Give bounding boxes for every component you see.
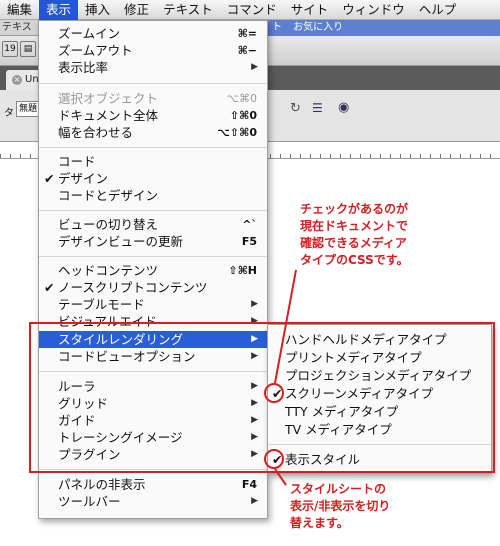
note-line: 表示/非表示を切り [290, 499, 391, 513]
note-line: 確認できるメディア [300, 236, 407, 250]
note-line: 替えます。 [290, 516, 349, 530]
note-line: タイプのCSSです。 [300, 253, 409, 267]
annotation-note-display-styles: スタイルシートの 表示/非表示を切り 替えます。 [290, 481, 390, 532]
note-line: スタイルシートの [290, 482, 387, 496]
leader-line-top [274, 269, 297, 384]
leader-line-bottom [274, 468, 287, 486]
note-line: チェックがあるのが [300, 202, 409, 216]
annotation-leader-lines [274, 269, 297, 486]
note-line: 現在ドキュメントで [300, 219, 409, 233]
annotation-note-media-type: チェックがあるのが 現在ドキュメントで 確認できるメディア タイプのCSSです。 [300, 201, 409, 269]
